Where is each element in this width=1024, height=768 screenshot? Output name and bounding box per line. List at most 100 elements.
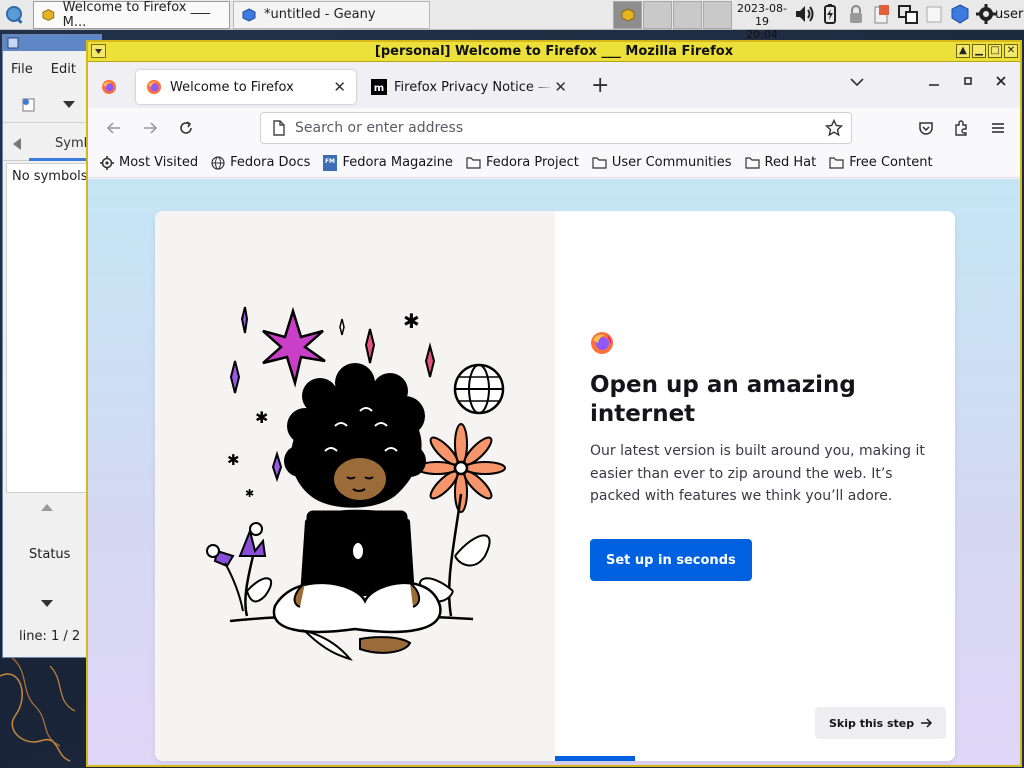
url-bar[interactable] (260, 112, 852, 144)
workspace-switcher (613, 1, 733, 29)
battery-icon[interactable] (819, 3, 841, 25)
bookmark-free-content[interactable]: Free Content (829, 155, 933, 170)
reload-button[interactable] (174, 116, 198, 140)
window-menu-icon[interactable] (7, 37, 19, 49)
bookmark-label: Fedora Docs (230, 155, 311, 170)
bookmark-user-communities[interactable]: User Communities (592, 155, 732, 170)
arrow-left-icon (106, 122, 120, 134)
close-button[interactable]: ✕ (1004, 44, 1018, 58)
tab-privacy-notice[interactable]: m Firefox Privacy Notice — Mozilla ✕ (361, 70, 577, 104)
chevron-left-icon[interactable] (13, 138, 21, 150)
geany-menubar: File Edit (11, 62, 76, 77)
arrow-right-icon (921, 718, 933, 728)
clock[interactable]: 2023-08-19 20:04 (734, 2, 790, 41)
skip-step-button[interactable]: Skip this step (815, 707, 947, 739)
mozilla-m-icon: m (371, 79, 387, 95)
firefox-logo-icon (591, 332, 613, 354)
line-status: line: 1 / 2 (19, 629, 81, 644)
list-all-tabs-button[interactable] (850, 76, 864, 91)
folder-icon (592, 157, 607, 169)
url-input[interactable] (287, 120, 825, 136)
bookmark-star-icon[interactable] (825, 119, 843, 137)
status-label: Status (29, 547, 71, 562)
new-tab-button[interactable]: + (591, 75, 609, 97)
workspace-4[interactable] (703, 1, 732, 29)
bookmark-red-hat[interactable]: Red Hat (744, 155, 816, 170)
chevron-down-icon (850, 78, 864, 87)
pocket-button[interactable] (914, 116, 938, 140)
onboarding-progress-track (555, 756, 955, 761)
maximize-button[interactable]: □ (988, 44, 1002, 58)
menu-file[interactable]: File (11, 62, 33, 77)
user-name[interactable]: user (995, 7, 1023, 22)
bookmark-fedora-project[interactable]: Fedora Project (466, 155, 579, 170)
page-icon (273, 120, 285, 136)
workspace-3[interactable] (673, 1, 702, 29)
volume-icon[interactable] (793, 3, 815, 25)
desktop-wallpaper-art (0, 656, 90, 768)
close-tab-icon[interactable]: ✕ (554, 78, 567, 96)
bookmark-fedora-docs[interactable]: Fedora Docs (211, 155, 310, 170)
svg-text:✱: ✱ (255, 408, 268, 427)
set-up-button[interactable]: Set up in seconds (590, 539, 752, 581)
page-content: ✱ ✱ ✱ ✱ Open up an amazing internet Our … (88, 179, 1020, 765)
windows-icon[interactable] (897, 3, 919, 25)
clipboard-icon[interactable] (871, 3, 893, 25)
task-label: Welcome to Firefox ___ M... (62, 0, 211, 30)
new-file-icon[interactable] (21, 97, 37, 113)
back-button[interactable] (102, 116, 126, 140)
tab-welcome[interactable]: Welcome to Firefox ✕ (136, 70, 356, 104)
onboarding-text-panel: Open up an amazing internet Our latest v… (555, 211, 955, 761)
blue-cube-icon[interactable] (949, 3, 971, 25)
lock-icon[interactable] (845, 3, 867, 25)
shade-button[interactable]: ▲ (956, 44, 970, 58)
firefox-window: [personal] Welcome to Firefox ___ Mozill… (86, 40, 1022, 767)
onboarding-subtext: Our latest version is built around you, … (590, 443, 925, 504)
bookmark-most-visited[interactable]: Most Visited (100, 155, 198, 170)
onboarding-progress-fill (555, 756, 635, 761)
folder-icon (829, 157, 844, 169)
restore-button[interactable] (962, 75, 974, 91)
yellow-cube-icon (621, 8, 634, 22)
search-launcher-icon (6, 5, 23, 24)
system-tray (793, 3, 997, 25)
person-with-laptop-illustration: ✱ ✱ ✱ ✱ (206, 306, 506, 661)
task-geany[interactable]: *untitled - Geany (233, 0, 430, 29)
close-window-button[interactable] (995, 75, 1007, 91)
reload-icon (180, 121, 192, 134)
menu-edit[interactable]: Edit (51, 62, 76, 77)
extensions-button[interactable] (950, 116, 974, 140)
close-tab-icon[interactable]: ✕ (333, 78, 346, 96)
chevron-down-icon[interactable] (63, 101, 75, 109)
onboarding-headline: Open up an amazing internet (590, 372, 856, 427)
notes-icon[interactable] (923, 3, 945, 25)
workspace-1[interactable] (613, 1, 642, 29)
minimize-button[interactable] (928, 75, 940, 91)
forward-button[interactable] (138, 116, 162, 140)
task-label: *untitled - Geany (264, 7, 376, 22)
window-titlebar[interactable]: [personal] Welcome to Firefox ___ Mozill… (88, 42, 1020, 62)
gear-icon[interactable] (975, 3, 997, 25)
hamburger-menu-icon (992, 123, 1004, 133)
chevron-down-icon[interactable] (41, 600, 53, 608)
minimize-button[interactable]: ▁ (972, 44, 986, 58)
pocket-icon (919, 122, 933, 135)
yellow-cube-icon (42, 8, 55, 21)
taskbar: Welcome to Firefox ___ M... *untitled - … (0, 0, 1024, 41)
bookmark-fedora-magazine[interactable]: FM Fedora Magazine (323, 154, 453, 171)
window-menu-button[interactable] (91, 44, 106, 58)
folder-icon (744, 157, 760, 169)
app-launcher-button[interactable] (0, 0, 30, 30)
window-controls: ▲ ▁ □ ✕ (956, 44, 1018, 58)
bookmark-label: Fedora Magazine (342, 155, 453, 170)
task-firefox[interactable]: Welcome to Firefox ___ M... (33, 0, 230, 30)
bookmark-label: Free Content (849, 155, 933, 170)
window-title: [personal] Welcome to Firefox ___ Mozill… (374, 44, 734, 59)
svg-text:✱: ✱ (245, 487, 254, 500)
firefox-view-button[interactable] (96, 74, 122, 100)
workspace-2[interactable] (643, 1, 672, 29)
chevron-up-icon[interactable] (41, 503, 53, 511)
fedora-magazine-icon: FM (323, 154, 338, 171)
tab-strip: Welcome to Firefox ✕ m Firefox Privacy N… (88, 64, 1020, 108)
app-menu-button[interactable] (986, 116, 1010, 140)
